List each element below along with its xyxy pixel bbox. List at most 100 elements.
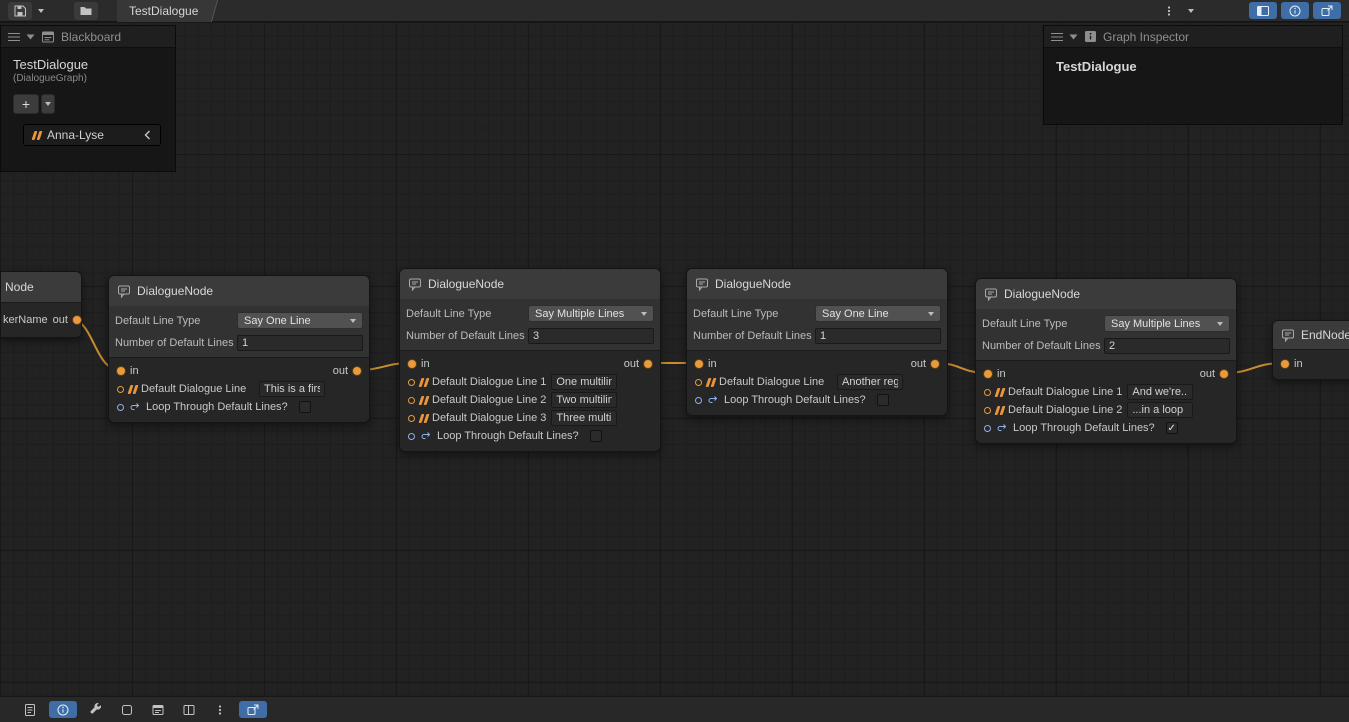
in-port-label: in (421, 358, 430, 370)
dropdown-value: Say One Line (822, 308, 889, 320)
output-port[interactable] (644, 360, 652, 368)
loop-checkbox[interactable] (877, 394, 889, 406)
loop-port[interactable] (984, 425, 991, 432)
dialogue-line-input[interactable] (551, 392, 617, 408)
line-port[interactable] (408, 397, 415, 404)
save-dropdown-button[interactable] (35, 2, 47, 20)
end-node[interactable]: EndNode in (1272, 320, 1349, 380)
open-panel-button[interactable] (239, 701, 267, 718)
dialogue-node-1[interactable]: DialogueNode Default Line Type Say One L… (108, 275, 370, 423)
output-port-row: out (911, 355, 947, 373)
breadcrumb-tab-testdialogue[interactable]: TestDialogue (117, 0, 208, 22)
node-title-bar[interactable]: DialogueNode (687, 269, 947, 299)
out-port-label: out (333, 365, 348, 377)
blackboard-icon (151, 703, 165, 717)
line-type-row: Default Line Type Say Multiple Lines (982, 315, 1230, 332)
dialogue-line-input[interactable] (837, 374, 903, 390)
num-lines-row: Number of Default Lines (982, 337, 1230, 354)
chevron-left-icon[interactable] (144, 130, 151, 140)
dialogue-line-input[interactable] (551, 410, 617, 426)
frame-all-button[interactable] (115, 701, 139, 719)
num-lines-input[interactable] (1104, 338, 1230, 354)
blackboard-graph-name: TestDialogue (1, 48, 175, 72)
line-port[interactable] (408, 379, 415, 386)
quote-icon (996, 406, 1003, 415)
console-panel-button[interactable] (18, 701, 42, 719)
loop-port[interactable] (695, 397, 702, 404)
open-folder-button[interactable] (74, 2, 98, 20)
breadcrumb-separator (199, 0, 218, 22)
add-variable-dropdown-button[interactable] (41, 94, 55, 114)
output-port[interactable] (73, 316, 81, 324)
line-type-dropdown[interactable]: Say Multiple Lines (528, 305, 654, 322)
speaker-node-partial[interactable]: Node kerName out (0, 271, 82, 338)
line-type-dropdown[interactable]: Say One Line (815, 305, 941, 322)
collapse-caret-icon[interactable] (1069, 34, 1078, 40)
dialogue-line-input[interactable] (551, 374, 617, 390)
dialogue-node-icon (984, 287, 998, 301)
prop-label: Number of Default Lines (982, 340, 1104, 352)
collapse-caret-icon[interactable] (26, 34, 35, 40)
info-panel-button[interactable] (49, 701, 77, 718)
node-title-bar[interactable]: DialogueNode (400, 269, 660, 299)
quote-icon (420, 378, 427, 387)
dialogue-line-row: Default Dialogue Line 1 (976, 383, 1236, 401)
loop-port[interactable] (117, 404, 124, 411)
node-title: EndNode (1301, 328, 1349, 342)
blackboard-header[interactable]: Blackboard (1, 26, 175, 48)
node-title-bar[interactable]: DialogueNode (109, 276, 369, 306)
output-port[interactable] (353, 367, 361, 375)
blackboard-panel-button[interactable] (146, 701, 170, 719)
tools-button[interactable] (84, 701, 108, 719)
dialogue-node-icon (695, 277, 709, 291)
bottom-toolbar (0, 696, 1349, 722)
num-lines-input[interactable] (237, 335, 363, 351)
split-view-button[interactable] (177, 701, 201, 719)
dialogue-node-4[interactable]: DialogueNode Default Line Type Say Multi… (975, 278, 1237, 444)
toggle-inspector-button[interactable] (1281, 2, 1309, 19)
input-port[interactable] (1281, 360, 1289, 368)
line-port[interactable] (695, 379, 702, 386)
line-port[interactable] (117, 386, 124, 393)
dialogue-line-input[interactable] (1127, 384, 1193, 400)
line-port[interactable] (984, 407, 991, 414)
inspector-header[interactable]: Graph Inspector (1044, 26, 1342, 48)
more-options-button[interactable] (1157, 2, 1181, 20)
loop-label: Loop Through Default Lines? (146, 401, 288, 413)
line-type-dropdown[interactable]: Say Multiple Lines (1104, 315, 1230, 332)
loop-checkbox[interactable] (299, 401, 311, 413)
loop-port[interactable] (408, 433, 415, 440)
loop-label: Loop Through Default Lines? (437, 430, 579, 442)
loop-checkbox[interactable] (1166, 422, 1178, 434)
input-port[interactable] (117, 367, 125, 375)
output-port[interactable] (1220, 370, 1228, 378)
quote-icon (420, 414, 427, 423)
loop-checkbox[interactable] (590, 430, 602, 442)
node-title-bar[interactable]: DialogueNode (976, 279, 1236, 309)
num-lines-input[interactable] (528, 328, 654, 344)
input-port[interactable] (695, 360, 703, 368)
line-type-dropdown[interactable]: Say One Line (237, 312, 363, 329)
dialogue-node-2[interactable]: DialogueNode Default Line Type Say Multi… (399, 268, 661, 452)
save-button[interactable] (8, 2, 32, 20)
blackboard-field-anna-lyse[interactable]: Anna-Lyse (23, 124, 161, 146)
node-title-bar[interactable]: EndNode (1273, 321, 1349, 349)
add-variable-button[interactable]: + (13, 94, 39, 114)
output-port[interactable] (931, 360, 939, 368)
dialogue-line-input[interactable] (259, 381, 325, 397)
input-port[interactable] (984, 370, 992, 378)
dialogue-line-input[interactable] (1127, 402, 1193, 418)
input-port[interactable] (408, 360, 416, 368)
more-dropdown-button[interactable] (1185, 2, 1197, 20)
toggle-blackboard-button[interactable] (1249, 2, 1277, 19)
line-port[interactable] (984, 389, 991, 396)
loop-row: Loop Through Default Lines? (976, 419, 1236, 437)
more-options-button[interactable] (208, 701, 232, 719)
line-label: Default Dialogue Line 3 (432, 412, 546, 424)
line-label: Default Dialogue Line 2 (1008, 404, 1122, 416)
line-port[interactable] (408, 415, 415, 422)
node-title-bar[interactable]: Node (1, 272, 81, 302)
num-lines-input[interactable] (815, 328, 941, 344)
toggle-preview-panel-button[interactable] (1313, 2, 1341, 19)
dialogue-node-3[interactable]: DialogueNode Default Line Type Say One L… (686, 268, 948, 416)
